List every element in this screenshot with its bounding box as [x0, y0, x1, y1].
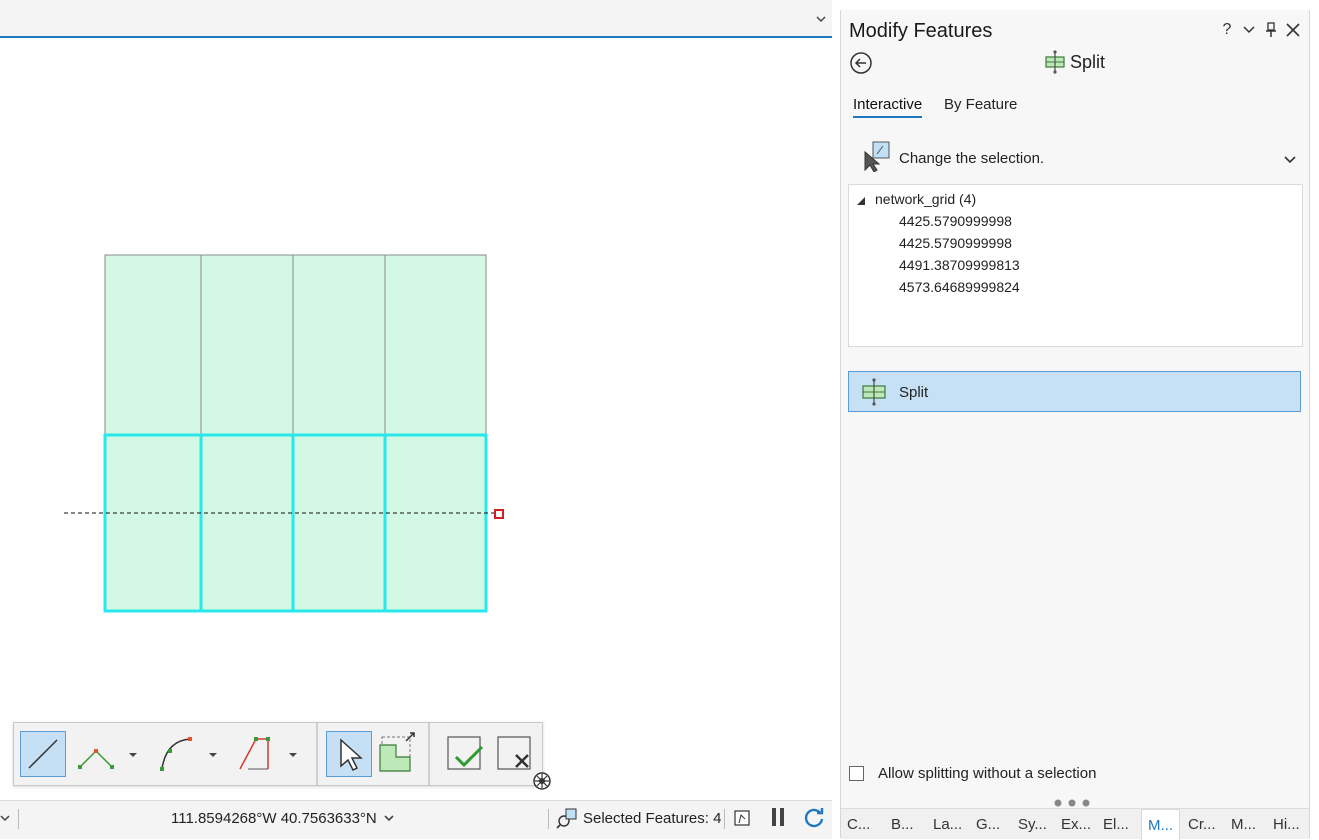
split-button-label: Split [899, 384, 929, 401]
construction-toolbar [13, 722, 543, 786]
selected-cell [103, 433, 203, 613]
chevron-down-icon[interactable] [0, 811, 10, 825]
allow-splitting-checkbox[interactable] [849, 766, 864, 781]
help-button[interactable]: ? [1219, 22, 1235, 38]
pane-tab[interactable]: Ex... [1061, 816, 1091, 833]
allow-splitting-label: Allow splitting without a selection [878, 765, 1097, 782]
pane-tab[interactable]: B... [891, 816, 914, 833]
split-tool-icon [1044, 50, 1066, 74]
selection-tree: network_grid (4) 4425.5790999998 4425.57… [848, 184, 1303, 347]
chevron-down-icon[interactable] [814, 12, 828, 26]
pin-button[interactable] [1263, 22, 1279, 38]
divider [548, 809, 549, 829]
chevron-down-icon [1243, 26, 1255, 34]
cursor-icon [340, 738, 363, 772]
modify-features-pane: Modify Features ? Split Interactive By F… [840, 10, 1310, 840]
pane-tab[interactable]: Hi... [1273, 816, 1300, 833]
selected-cell [199, 433, 295, 613]
refresh-icon[interactable] [803, 806, 825, 828]
pane-tab[interactable]: Sy... [1018, 816, 1047, 833]
selected-features-count[interactable]: Selected Features: 4 [583, 810, 721, 827]
zoom-to-selection-icon[interactable] [556, 807, 578, 829]
pane-tab-active[interactable]: M... [1141, 809, 1180, 840]
coordinate-readout: 111.8594268°W 40.7563633°N [171, 810, 377, 827]
tree-feature-item[interactable]: 4573.64689999824 [899, 279, 1020, 295]
select-features-icon [861, 140, 891, 173]
arrow-left-circle-icon [850, 52, 872, 74]
map-tab-strip [0, 0, 832, 36]
grid-selected-row[interactable] [103, 433, 488, 613]
close-icon [497, 736, 531, 770]
sketch-vertex [494, 509, 504, 519]
tool-title: Split [1070, 52, 1106, 72]
chevron-down-icon[interactable] [1283, 152, 1297, 166]
chevron-down-icon[interactable] [208, 747, 218, 757]
pin-icon [1266, 22, 1276, 37]
arc-icon [160, 737, 192, 771]
back-button[interactable] [849, 51, 873, 75]
pane-tab[interactable]: M... [1231, 816, 1256, 833]
selected-cell [291, 433, 387, 613]
tree-layer-node[interactable]: network_grid (4) [875, 191, 976, 207]
pane-tab[interactable]: C... [847, 816, 870, 833]
edit-vertices-button[interactable] [376, 731, 422, 777]
right-angle-icon [78, 749, 114, 769]
line-icon [28, 739, 58, 769]
chevron-down-icon[interactable] [288, 747, 298, 757]
pane-tab[interactable]: La... [933, 816, 962, 833]
arc-tool-button[interactable] [154, 731, 200, 777]
right-angle-tool-button[interactable] [74, 731, 120, 777]
toolbar-divider [316, 723, 318, 785]
tab-by-feature[interactable]: By Feature [944, 96, 1017, 113]
gear-icon[interactable] [532, 771, 552, 791]
checkmark-icon [447, 736, 484, 770]
pane-tab-strip: C... B... La... G... Sy... Ex... El... M… [841, 808, 1309, 840]
pause-icon[interactable] [770, 807, 786, 827]
selected-cell [383, 433, 488, 613]
close-button[interactable] [1285, 22, 1301, 38]
tree-feature-item[interactable]: 4425.5790999998 [899, 213, 1012, 229]
chevron-down-icon[interactable] [382, 811, 396, 825]
grid-top-row [104, 254, 487, 436]
divider [18, 809, 19, 829]
pane-tab[interactable]: El... [1103, 816, 1129, 833]
change-selection-row[interactable]: Change the selection. [857, 138, 1301, 178]
chevron-down-icon[interactable] [128, 747, 138, 757]
selection-prompt: Change the selection. [899, 150, 1045, 167]
tree-feature-item[interactable]: 4425.5790999998 [899, 235, 1012, 251]
status-bar: 111.8594268°W 40.7563633°N Selected Feat… [0, 800, 832, 839]
toolbar-divider [428, 723, 430, 785]
collapse-triangle-icon[interactable] [856, 193, 866, 205]
map-graphics [64, 254, 504, 613]
close-icon [1286, 23, 1300, 37]
pane-tab[interactable]: G... [976, 816, 1000, 833]
tree-feature-item[interactable]: 4491.38709999813 [899, 257, 1020, 273]
select-tool-button[interactable] [326, 731, 372, 777]
line-tool-button[interactable] [20, 731, 66, 777]
split-tool-icon [861, 378, 887, 406]
trace-tool-button[interactable] [234, 731, 280, 777]
edit-vertices-icon [379, 732, 415, 772]
tab-interactive[interactable]: Interactive [853, 96, 923, 118]
selection-clear-icon[interactable] [733, 809, 751, 827]
divider [724, 809, 725, 829]
map-view[interactable] [0, 38, 832, 800]
pane-tab[interactable]: Cr... [1188, 816, 1216, 833]
trace-icon [239, 737, 270, 770]
pane-title: Modify Features [849, 20, 993, 42]
split-button[interactable]: Split [848, 371, 1301, 412]
finish-sketch-button[interactable] [442, 731, 488, 777]
pane-options-button[interactable] [1241, 22, 1257, 38]
